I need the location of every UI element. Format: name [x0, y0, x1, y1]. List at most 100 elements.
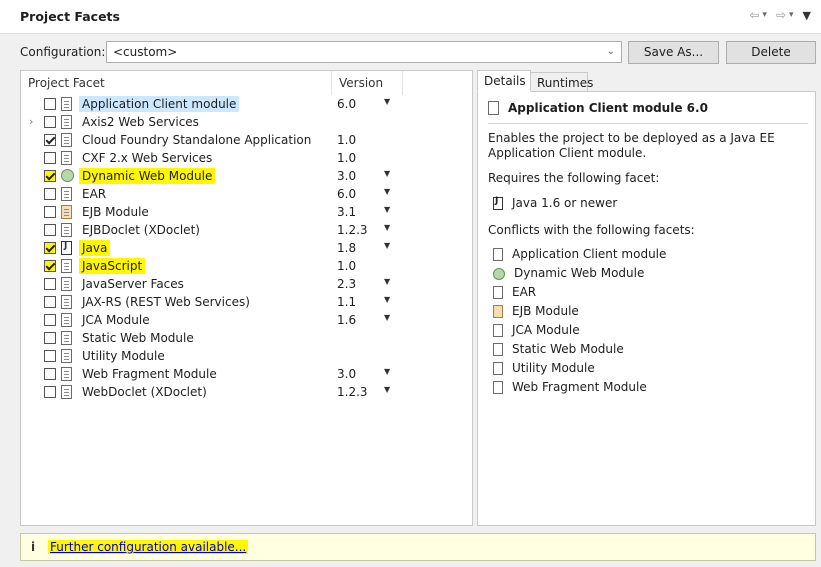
- facet-checkbox[interactable]: [44, 134, 56, 146]
- facet-checkbox[interactable]: [44, 206, 56, 218]
- facet-checkbox[interactable]: [44, 170, 56, 182]
- version-dropdown-icon[interactable]: ▼: [384, 295, 390, 304]
- doc-icon: [61, 151, 72, 165]
- conflict-label: Application Client module: [512, 247, 667, 261]
- facet-label[interactable]: WebDoclet (XDoclet): [79, 384, 210, 400]
- facet-version[interactable]: 6.0: [337, 186, 356, 202]
- tab-runtimes[interactable]: Runtimes: [530, 72, 593, 92]
- tab-details[interactable]: Details: [477, 70, 531, 92]
- conflict-item: Utility Module: [493, 361, 666, 380]
- facet-version[interactable]: 1.2.3: [337, 384, 368, 400]
- facet-checkbox[interactable]: [44, 152, 56, 164]
- configuration-select[interactable]: <custom> ⌄: [106, 41, 622, 63]
- chevron-right-icon[interactable]: ›: [29, 115, 33, 128]
- version-dropdown-icon[interactable]: ▼: [384, 97, 390, 106]
- facet-row[interactable]: JavaServer Faces 2.3 ▼: [21, 275, 472, 293]
- facet-label[interactable]: JAX-RS (REST Web Services): [79, 294, 253, 310]
- facet-version[interactable]: 1.1: [337, 294, 356, 310]
- facet-row[interactable]: Cloud Foundry Standalone Application 1.0: [21, 131, 472, 149]
- facet-checkbox[interactable]: [44, 386, 56, 398]
- facet-checkbox[interactable]: [44, 350, 56, 362]
- doc-icon: [61, 331, 72, 345]
- facet-checkbox[interactable]: [44, 368, 56, 380]
- facet-label[interactable]: Utility Module: [79, 348, 168, 364]
- facet-version[interactable]: 1.6: [337, 312, 356, 328]
- facet-checkbox[interactable]: [44, 98, 56, 110]
- forward-dropdown-icon[interactable]: ▾: [789, 10, 794, 20]
- version-dropdown-icon[interactable]: ▼: [384, 385, 390, 394]
- facet-row[interactable]: Application Client module 6.0 ▼: [21, 95, 472, 113]
- facet-version[interactable]: 3.0: [337, 366, 356, 382]
- facet-checkbox[interactable]: [44, 314, 56, 326]
- column-header-facet[interactable]: Project Facet: [21, 71, 332, 95]
- requires-label: Requires the following facet:: [488, 171, 660, 185]
- facet-label[interactable]: JavaServer Faces: [79, 276, 187, 292]
- facet-row[interactable]: › Axis2 Web Services: [21, 113, 472, 131]
- facet-label[interactable]: Web Fragment Module: [79, 366, 220, 382]
- facet-version[interactable]: 2.3: [337, 276, 356, 292]
- facet-row[interactable]: EJBDoclet (XDoclet) 1.2.3 ▼: [21, 221, 472, 239]
- version-dropdown-icon[interactable]: ▼: [384, 169, 390, 178]
- facet-checkbox[interactable]: [44, 278, 56, 290]
- facet-version[interactable]: 6.0: [337, 96, 356, 112]
- history-nav: ⇦ ▾ ⇨ ▾ ▼: [749, 8, 811, 22]
- facet-row[interactable]: Static Web Module: [21, 329, 472, 347]
- facet-label[interactable]: JCA Module: [79, 312, 153, 328]
- column-header-version[interactable]: Version: [332, 71, 403, 95]
- facet-checkbox[interactable]: [44, 188, 56, 200]
- forward-arrow-icon[interactable]: ⇨: [776, 8, 786, 22]
- version-dropdown-icon[interactable]: ▼: [384, 277, 390, 286]
- facet-label[interactable]: Static Web Module: [79, 330, 197, 346]
- facet-row[interactable]: EAR 6.0 ▼: [21, 185, 472, 203]
- back-arrow-icon[interactable]: ⇦: [749, 8, 759, 22]
- facet-row[interactable]: Java 1.8 ▼: [21, 239, 472, 257]
- save-as-button[interactable]: Save As...: [628, 41, 719, 64]
- back-dropdown-icon[interactable]: ▾: [762, 10, 767, 20]
- delete-button[interactable]: Delete: [726, 41, 816, 64]
- version-dropdown-icon[interactable]: ▼: [384, 313, 390, 322]
- facet-checkbox[interactable]: [44, 260, 56, 272]
- java-icon: [493, 196, 503, 210]
- doc-icon: [493, 343, 503, 356]
- facet-checkbox[interactable]: [44, 296, 56, 308]
- facet-label[interactable]: Java: [79, 240, 111, 256]
- facet-label[interactable]: Dynamic Web Module: [79, 168, 216, 184]
- facet-label[interactable]: Cloud Foundry Standalone Application: [79, 132, 314, 148]
- view-menu-icon[interactable]: ▼: [803, 9, 811, 22]
- facet-row[interactable]: WebDoclet (XDoclet) 1.2.3 ▼: [21, 383, 472, 401]
- facet-label[interactable]: Application Client module: [79, 96, 240, 112]
- facet-version[interactable]: 3.1: [337, 204, 356, 220]
- facet-version: 1.0: [337, 133, 357, 147]
- facet-row[interactable]: EJB Module 3.1 ▼: [21, 203, 472, 221]
- version-dropdown-icon[interactable]: ▼: [384, 223, 390, 232]
- configuration-value: <custom>: [113, 45, 178, 59]
- facet-row[interactable]: JCA Module 1.6 ▼: [21, 311, 472, 329]
- chevron-down-icon: ⌄: [606, 46, 615, 57]
- facet-label[interactable]: Axis2 Web Services: [79, 114, 202, 130]
- facet-version[interactable]: 1.2.3: [337, 222, 368, 238]
- facet-checkbox[interactable]: [44, 224, 56, 236]
- facet-version[interactable]: 1.8: [337, 240, 356, 256]
- doc-icon: [61, 385, 72, 399]
- facet-label[interactable]: EAR: [79, 186, 109, 202]
- facet-checkbox[interactable]: [44, 116, 56, 128]
- facet-row[interactable]: Web Fragment Module 3.0 ▼: [21, 365, 472, 383]
- facet-label[interactable]: EJB Module: [79, 204, 152, 220]
- version-dropdown-icon[interactable]: ▼: [384, 187, 390, 196]
- facet-row[interactable]: Dynamic Web Module 3.0 ▼: [21, 167, 472, 185]
- facet-row[interactable]: JAX-RS (REST Web Services) 1.1 ▼: [21, 293, 472, 311]
- facet-row[interactable]: Utility Module: [21, 347, 472, 365]
- further-configuration-link[interactable]: Further configuration available...: [48, 540, 249, 554]
- facet-checkbox[interactable]: [44, 332, 56, 344]
- facet-row[interactable]: CXF 2.x Web Services 1.0: [21, 149, 472, 167]
- facet-checkbox[interactable]: [44, 242, 56, 254]
- version-dropdown-icon[interactable]: ▼: [384, 205, 390, 214]
- version-dropdown-icon[interactable]: ▼: [384, 241, 390, 250]
- facet-version[interactable]: 3.0: [337, 168, 356, 184]
- version-dropdown-icon[interactable]: ▼: [384, 367, 390, 376]
- facet-row[interactable]: JavaScript 1.0: [21, 257, 472, 275]
- facet-label[interactable]: CXF 2.x Web Services: [79, 150, 215, 166]
- facet-label[interactable]: JavaScript: [79, 258, 146, 274]
- facet-label[interactable]: EJBDoclet (XDoclet): [79, 222, 203, 238]
- doc-icon: [493, 362, 503, 375]
